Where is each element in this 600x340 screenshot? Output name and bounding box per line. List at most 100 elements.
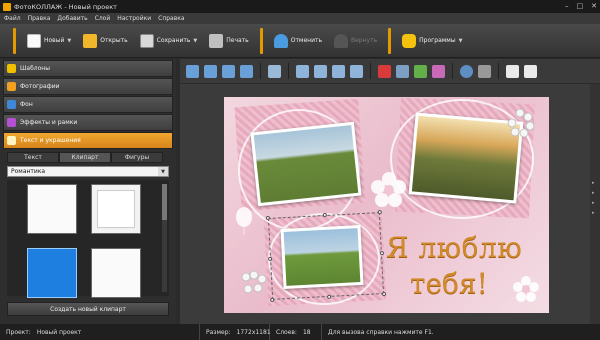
send-to-back-icon[interactable] [240, 64, 253, 78]
properties-gear-icon[interactable] [460, 64, 473, 78]
status-size-value: 1772x1181 [236, 328, 271, 336]
chevron-right-icon[interactable]: ▸ [592, 210, 595, 216]
page-settings-icon[interactable] [524, 64, 537, 78]
clipart-thumbnail[interactable] [91, 184, 141, 234]
save-icon [139, 33, 154, 48]
undo-button[interactable]: Отменить [268, 28, 328, 54]
menu-file[interactable]: Файл [4, 15, 21, 22]
toolbar-divider [288, 63, 289, 79]
clipart-thumbnail-selected[interactable] [27, 248, 77, 298]
rotate-right-icon[interactable] [314, 64, 327, 78]
gallery-scrollbar[interactable] [162, 184, 167, 292]
toolbar-divider [259, 27, 263, 54]
right-gutter: ▸ ▸ ▸ ▸ [590, 84, 600, 324]
effects-icon[interactable] [414, 64, 427, 78]
app-logo-icon [3, 2, 11, 11]
selection-box[interactable] [265, 210, 387, 302]
chevron-down-icon[interactable]: ▼ [158, 167, 168, 176]
chevron-right-icon[interactable]: ▸ [592, 200, 595, 206]
chevron-down-icon[interactable]: ▼ [193, 38, 197, 44]
close-icon[interactable]: ✕ [591, 2, 597, 10]
clipart-thumbnail[interactable] [27, 184, 77, 234]
chevron-down-icon[interactable]: ▼ [459, 38, 463, 44]
redo-button[interactable]: Вернуть [328, 28, 383, 54]
rotate-left-icon[interactable] [296, 64, 309, 78]
maximize-icon[interactable]: □ [577, 2, 584, 10]
delete-icon[interactable] [378, 64, 391, 78]
menu-help[interactable]: Справка [158, 15, 184, 22]
text-icon [7, 136, 16, 145]
clipart-tabs: Текст Клипарт Фигуры [7, 152, 173, 163]
new-document-icon [27, 33, 41, 48]
programs-icon [402, 33, 417, 48]
scrollbar-thumb[interactable] [162, 184, 167, 220]
sidebar-item-background[interactable]: Фон [3, 96, 173, 113]
category-select[interactable]: Романтика ▼ [7, 166, 169, 177]
balloon-icon [236, 207, 252, 235]
create-clipart-button[interactable]: Создать новый клипарт [7, 302, 169, 316]
folder-icon [83, 33, 98, 48]
send-backward-icon[interactable] [204, 64, 217, 78]
resize-handle[interactable] [265, 215, 271, 221]
main-toolbar: Новый ▼ Открыть Сохранить ▼ Печать Отмен… [0, 24, 600, 58]
menu-layer[interactable]: Слой [95, 15, 111, 22]
photos-icon [7, 82, 16, 91]
lock-icon[interactable] [478, 64, 491, 78]
open-button-label: Открыть [100, 37, 128, 44]
sidebar-item-label: Фон [20, 101, 33, 108]
tab-text[interactable]: Текст [7, 152, 59, 163]
new-button[interactable]: Новый ▼ [21, 28, 77, 54]
open-button[interactable]: Открыть [77, 28, 133, 54]
love-text-line1[interactable]: Я люблю [386, 231, 522, 264]
save-button[interactable]: Сохранить ▼ [134, 28, 204, 54]
new-button-label: Новый [44, 37, 65, 44]
resize-handle[interactable] [267, 256, 273, 262]
pearl-decoration-icon [241, 270, 267, 294]
window-title: ФотоКОЛЛАЖ - Новый проект [14, 2, 117, 11]
undo-arrow-icon [273, 33, 288, 48]
chevron-down-icon[interactable]: ▼ [67, 38, 71, 44]
sidebar-item-photos[interactable]: Фотографии [3, 78, 173, 95]
status-help: Для вызова справки нажмите F1. [322, 324, 440, 340]
programs-button-label: Программы [419, 37, 456, 44]
align-icon[interactable] [268, 64, 281, 78]
flip-horizontal-icon[interactable] [332, 64, 345, 78]
clipart-thumbnail[interactable] [91, 248, 141, 298]
clipart-gallery [7, 180, 169, 298]
toolbar-divider [370, 63, 371, 79]
print-button[interactable]: Печать [203, 28, 254, 54]
redo-arrow-icon [334, 33, 349, 48]
minimize-icon[interactable]: – [565, 2, 569, 10]
chevron-right-icon[interactable]: ▸ [592, 180, 595, 186]
category-value: Романтика [11, 168, 46, 175]
love-text-line2[interactable]: тебя! [410, 267, 488, 300]
menu-bar: Файл Правка Добавить Слой Настройки Спра… [0, 13, 600, 24]
bring-forward-icon[interactable] [186, 64, 199, 78]
resize-handle[interactable] [322, 212, 327, 218]
add-page-icon[interactable] [506, 64, 519, 78]
crop-icon[interactable] [396, 64, 409, 78]
sidebar-item-effects[interactable]: Эффекты и рамки [3, 114, 173, 131]
tab-clipart[interactable]: Клипарт [59, 152, 111, 163]
effects-icon [7, 118, 16, 127]
sidebar-item-label: Эффекты и рамки [20, 119, 78, 126]
collage-canvas[interactable]: Я люблю тебя! [224, 97, 549, 313]
toolbar-divider [260, 63, 261, 79]
tab-shapes[interactable]: Фигуры [111, 152, 163, 163]
sidebar-item-templates[interactable]: Шаблоны [3, 60, 173, 77]
toolbar-divider [388, 27, 392, 54]
toolbar-divider [13, 27, 16, 54]
background-icon [7, 100, 16, 109]
programs-button[interactable]: Программы ▼ [396, 28, 468, 54]
menu-add[interactable]: Добавить [57, 15, 87, 22]
bring-to-front-icon[interactable] [222, 64, 235, 78]
menu-edit[interactable]: Правка [28, 15, 51, 22]
chevron-right-icon[interactable]: ▸ [592, 190, 595, 196]
print-button-label: Печать [226, 37, 249, 44]
mask-icon[interactable] [432, 64, 445, 78]
toolbar-divider [498, 63, 499, 79]
photo-frame-girl-reading[interactable] [250, 121, 362, 207]
menu-settings[interactable]: Настройки [117, 15, 151, 22]
sidebar-item-text[interactable]: Текст и украшения [3, 132, 173, 149]
flip-vertical-icon[interactable] [350, 64, 363, 78]
